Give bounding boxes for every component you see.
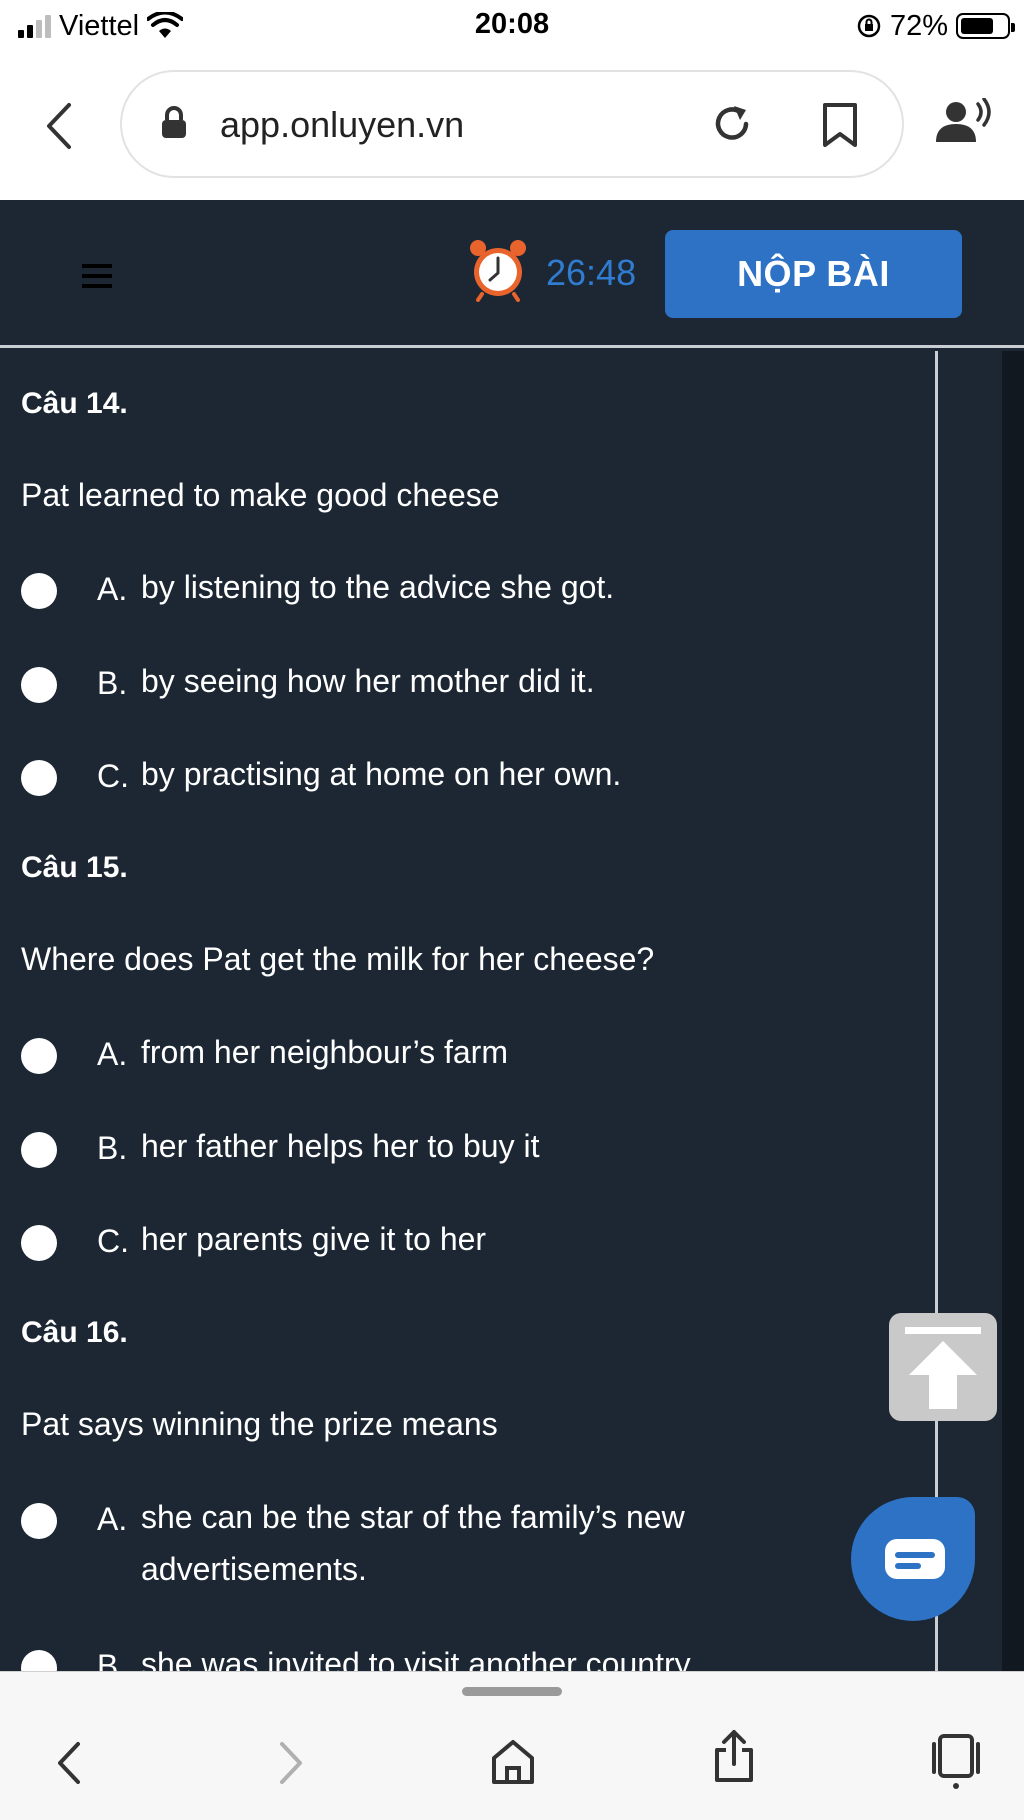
battery-percent: 72% [889, 9, 948, 42]
question-label: Câu 14. [21, 387, 128, 420]
scroll-top-icon [905, 1327, 981, 1409]
option-text: by seeing how her mother did it. [141, 663, 595, 699]
option-letter: C. [97, 758, 129, 794]
browser-toolbar: app.onluyen.vn [0, 52, 1024, 200]
content-divider [935, 351, 938, 1671]
radio-button[interactable] [21, 667, 57, 703]
lock-icon [162, 106, 186, 138]
address-bar[interactable]: app.onluyen.vn [120, 70, 904, 178]
status-right: 72% [856, 8, 1015, 44]
side-strip [1002, 351, 1024, 1671]
countdown-timer: 26:48 [546, 252, 637, 293]
radio-button[interactable] [21, 1038, 57, 1074]
radio-button[interactable] [21, 1132, 57, 1168]
menu-icon[interactable] [82, 262, 112, 290]
option-text: she was invited to visit another country [141, 1646, 691, 1671]
option-row[interactable]: A. by listening to the advice she got. [21, 561, 901, 621]
radio-button[interactable] [21, 760, 57, 796]
forward-icon[interactable] [276, 1738, 306, 1788]
option-text: from her neighbour’s farm [141, 1034, 508, 1070]
app-header: 26:48 NỘP BÀI [0, 200, 1024, 348]
question-text: Pat says winning the prize means [21, 1406, 498, 1442]
alarm-clock-icon [470, 240, 526, 302]
browser-back-button[interactable] [38, 96, 78, 156]
listen-icon[interactable] [934, 98, 994, 146]
option-row[interactable]: B. by seeing how her mother did it. [21, 655, 901, 715]
browser-bottom-bar [0, 1671, 1024, 1820]
question-list: Câu 14. Pat learned to make good cheese … [0, 351, 936, 1671]
option-text: her father helps her to buy it [141, 1128, 540, 1164]
tabs-icon[interactable] [930, 1732, 982, 1790]
bookmark-icon[interactable] [820, 102, 860, 148]
option-row[interactable]: C. by practising at home on her own. [21, 748, 901, 808]
option-letter: B. [97, 665, 128, 701]
option-letter: C. [97, 1223, 129, 1259]
option-row[interactable]: B. she was invited to visit another coun… [21, 1638, 901, 1671]
share-icon[interactable] [712, 1728, 756, 1784]
option-text: by listening to the advice she got. [141, 569, 615, 605]
option-letter: B. [97, 1648, 128, 1671]
chat-button[interactable] [851, 1497, 975, 1621]
radio-button[interactable] [21, 1225, 57, 1261]
question-label: Câu 16. [21, 1316, 128, 1349]
home-icon[interactable] [490, 1738, 536, 1786]
option-row[interactable]: A. she can be the star of the family’s n… [21, 1491, 901, 1601]
option-text: she can be the star of the family’s new … [141, 1499, 685, 1587]
radio-button[interactable] [21, 1503, 57, 1539]
option-letter: B. [97, 1130, 128, 1166]
orientation-lock-icon [857, 14, 881, 38]
option-letter: A. [97, 571, 128, 607]
back-icon[interactable] [54, 1738, 84, 1788]
option-row[interactable]: B. her father helps her to buy it [21, 1120, 901, 1180]
submit-button[interactable]: NỘP BÀI [665, 230, 962, 318]
option-text: by practising at home on her own. [141, 756, 622, 792]
option-letter: A. [97, 1501, 128, 1537]
option-row[interactable]: C. her parents give it to her [21, 1213, 901, 1273]
radio-button[interactable] [21, 1650, 57, 1671]
back-icon [47, 103, 71, 149]
chat-icon [885, 1539, 945, 1579]
option-text: her parents give it to her [141, 1221, 487, 1257]
radio-button[interactable] [21, 573, 57, 609]
battery-icon [956, 13, 1015, 39]
status-bar: Viettel 20:08 72% [0, 0, 1024, 52]
url-text: app.onluyen.vn [220, 104, 465, 145]
question-text: Where does Pat get the milk for her chee… [21, 941, 655, 977]
option-letter: A. [97, 1036, 128, 1072]
option-row[interactable]: A. from her neighbour’s farm [21, 1026, 901, 1086]
reload-icon[interactable] [710, 102, 754, 146]
question-label: Câu 15. [21, 851, 128, 884]
question-text: Pat learned to make good cheese [21, 477, 500, 513]
drag-handle[interactable] [462, 1687, 562, 1696]
scroll-to-top-button[interactable] [889, 1313, 997, 1421]
